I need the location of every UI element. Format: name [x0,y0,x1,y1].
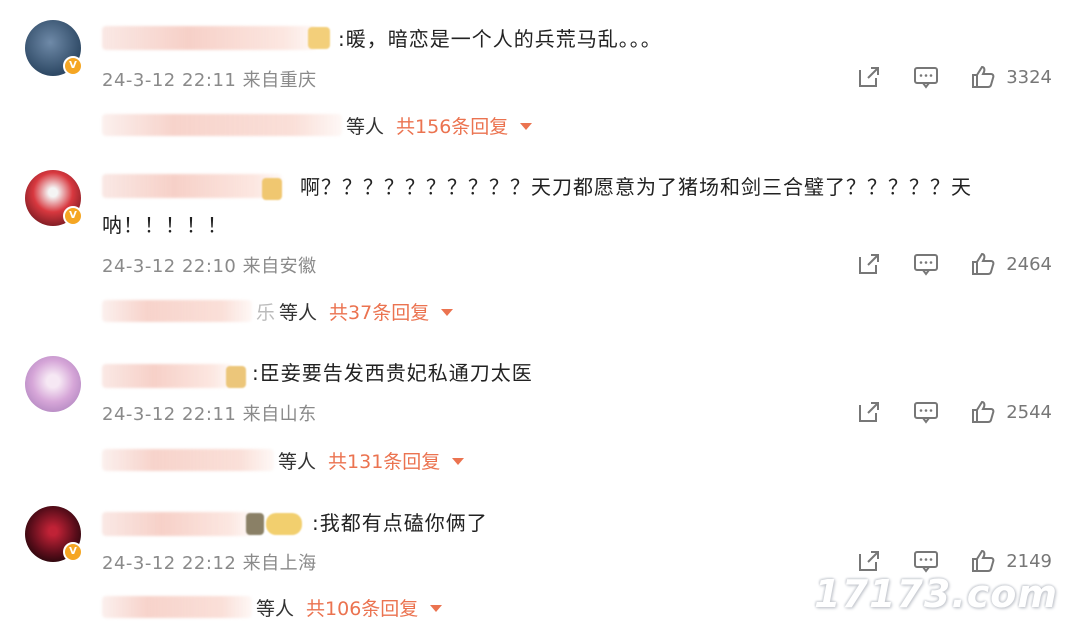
comment-text: :我都有点磕你俩了 [312,511,488,535]
like-icon [972,252,995,275]
comment-actions: 2149 [826,547,1052,575]
verified-badge-icon: V [63,206,83,226]
comment-icon [914,551,939,573]
share-button[interactable] [856,64,882,90]
username-blurred[interactable] [102,26,317,50]
username-blurred-tail [308,27,330,49]
avatar[interactable]: V [25,20,83,76]
caret-down-icon[interactable] [430,604,443,612]
comment-actions: 2544 [826,398,1052,426]
reply-summary[interactable]: 等人 共156条回复 [102,110,533,140]
like-icon [972,65,995,88]
avatar[interactable]: V [25,170,83,226]
username-blurred-tail [262,178,282,200]
comment-button[interactable] [912,399,940,425]
comment-button[interactable] [912,64,940,90]
comment-icon [914,67,939,89]
like-button[interactable]: 2149 [970,548,1052,574]
like-count: 3324 [1006,66,1052,88]
share-icon [859,67,880,87]
comment-meta: 24-3-12 22:10 来自安徽 [102,256,317,277]
username-blurred-tail [246,513,264,535]
reply-summary[interactable]: 等人 共106条回复 [102,592,443,622]
reply-summary[interactable]: 等人 共131条回复 [102,445,465,475]
comment-text: :暖，暗恋是一个人的兵荒马乱。。。 [338,27,662,51]
reply-count-link[interactable]: 共37条回复 [329,298,429,325]
username-blurred-tail [226,366,246,388]
share-icon [859,254,880,274]
comment-actions: 3324 [826,63,1052,91]
like-icon [972,549,995,572]
comment-text-continued: 呐！！！！！ [102,213,228,237]
share-button[interactable] [856,251,882,277]
reply-summary[interactable]: 乐 等人 共37条回复 [102,296,454,326]
like-button[interactable]: 2544 [970,399,1052,425]
like-count: 2149 [1006,550,1052,572]
reply-users-blurred [102,114,342,136]
like-button[interactable]: 3324 [970,64,1052,90]
comment-icon [914,402,939,424]
comment-button[interactable] [912,251,940,277]
username-blurred-tail [266,513,302,535]
comment-actions: 2464 [826,250,1052,278]
verified-badge-icon: V [63,56,83,76]
reply-users-blurred [102,449,274,471]
caret-down-icon[interactable] [452,457,465,465]
comment-meta: 24-3-12 22:11 来自重庆 [102,70,317,91]
comment-button[interactable] [912,548,940,574]
like-count: 2464 [1006,253,1052,275]
comment-text: :臣妾要告发西贵妃私通刀太医 [252,361,533,385]
verified-badge-icon: V [63,542,83,562]
reply-count-link[interactable]: 共131条回复 [328,447,440,474]
like-icon [972,400,995,423]
caret-down-icon[interactable] [441,308,454,316]
avatar[interactable]: V [25,506,83,562]
comment-text: 啊？？？？？？？？？？天刀都愿意为了猪场和剑三合璧了？？？？？天 [300,175,972,199]
site-watermark: 17173.com [814,572,1058,616]
reply-count-link[interactable]: 共156条回复 [396,112,508,139]
comment-meta: 24-3-12 22:11 来自山东 [102,404,317,425]
username-blurred[interactable] [102,512,252,536]
comment-meta: 24-3-12 22:12 来自上海 [102,553,317,574]
username-blurred[interactable] [102,364,232,388]
like-button[interactable]: 2464 [970,251,1052,277]
comment-icon [914,254,939,276]
share-button[interactable] [856,548,882,574]
username-blurred[interactable] [102,174,282,198]
reply-users-blurred [102,300,252,322]
caret-down-icon[interactable] [520,122,533,130]
share-icon [859,402,880,422]
share-icon [859,551,880,571]
reply-count-link[interactable]: 共106条回复 [306,594,418,621]
share-button[interactable] [856,399,882,425]
avatar[interactable] [25,356,81,412]
like-count: 2544 [1006,401,1052,423]
reply-users-blurred [102,596,252,618]
